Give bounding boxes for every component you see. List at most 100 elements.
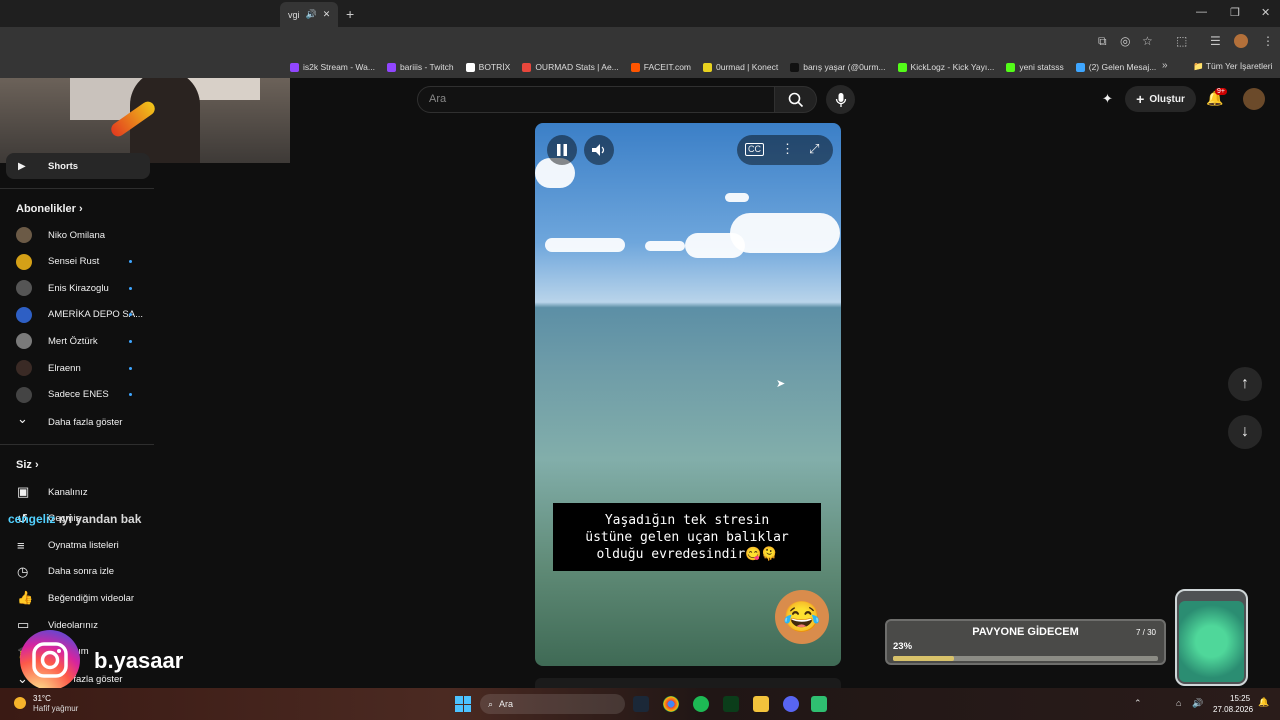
sidebar-item-label: Oynatma listeleri	[48, 539, 119, 551]
create-button[interactable]: + Oluştur	[1125, 86, 1196, 112]
captions-icon[interactable]: CC	[745, 143, 764, 156]
menu-icon[interactable]: ⋮	[1262, 34, 1274, 48]
instagram-handle: b.yasaar	[94, 648, 184, 673]
bookmark-item[interactable]: bariiis - Twitch	[386, 62, 454, 72]
channel-avatar	[16, 333, 32, 350]
subscription-name: Niko Omilana	[48, 229, 106, 241]
shorts-icon: ▶	[18, 160, 26, 172]
search-button[interactable]	[775, 86, 817, 113]
network-icon[interactable]: ⌂	[1176, 698, 1181, 708]
cast-icon[interactable]: ✦	[1102, 91, 1113, 107]
bookmark-item[interactable]: OURMAD Stats | Ae...	[522, 62, 619, 72]
tracking-icon[interactable]: ◎	[1120, 34, 1130, 48]
bookmark-item[interactable]: 0urmad | Konect	[703, 62, 778, 72]
plus-icon: +	[1136, 91, 1145, 107]
taskbar-search[interactable]: ⌕ Ara	[480, 694, 625, 714]
weather-icon[interactable]	[14, 697, 26, 709]
tray-overflow-icon[interactable]: ⌃	[1134, 698, 1142, 709]
taskbar-search-label: Ara	[499, 699, 514, 709]
tab-audio-icon[interactable]: 🔊	[306, 9, 317, 20]
extensions-icon[interactable]: ⬚	[1176, 34, 1187, 48]
sidebar-subscription[interactable]: Sadece ENES	[0, 382, 154, 408]
bookmark-label: FACEIT.com	[643, 62, 691, 72]
voice-search-button[interactable]	[826, 85, 855, 114]
more-options-icon[interactable]: ⋮	[781, 141, 794, 157]
clock-time[interactable]: 15:25	[1230, 694, 1250, 703]
volume-tray-icon[interactable]: 🔊	[1192, 698, 1203, 709]
show-more-subscriptions[interactable]: ⌄ Daha fazla göster	[0, 409, 154, 435]
search-input[interactable]: Ara	[417, 86, 775, 113]
sidebar-subscription[interactable]: Elraenn	[0, 355, 154, 381]
tip-jar-widget	[1175, 589, 1248, 686]
sidebar-subscription[interactable]: Niko Omilana	[0, 222, 154, 248]
sidebar-subscription[interactable]: AMERİKA DEPO SA...	[0, 302, 154, 328]
sidebar-item-playlist[interactable]: ≡ Oynatma listeleri	[0, 532, 154, 558]
volume-button[interactable]	[584, 135, 614, 165]
new-content-dot	[129, 260, 132, 264]
app-icon[interactable]	[723, 696, 739, 712]
bookmark-item[interactable]: FACEIT.com	[630, 62, 691, 72]
bookmark-item[interactable]: is2k Stream - Wa...	[290, 62, 375, 72]
sidebar-item-person-box[interactable]: ▣ Kanalınız	[0, 479, 154, 505]
next-short-button[interactable]: ↓	[1228, 415, 1262, 449]
close-window-button[interactable]: ✕	[1261, 6, 1270, 19]
subscriptions-heading[interactable]: Abonelikler ›	[16, 203, 83, 215]
cloud	[725, 193, 749, 202]
tab-close-icon[interactable]: ✕	[323, 9, 331, 20]
chat-message-overlay: cengeliz ıyi yandan bak	[8, 512, 141, 526]
you-heading[interactable]: Siz ›	[16, 459, 39, 471]
steam-icon[interactable]	[633, 696, 649, 712]
chat-message: ıyi yandan bak	[58, 512, 142, 526]
sidebar-item-clock[interactable]: ◷ Daha sonra izle	[0, 559, 154, 585]
bookmark-item[interactable]: (2) Gelen Mesaj...	[1075, 62, 1156, 72]
minimize-button[interactable]: —	[1196, 6, 1207, 18]
weather-description[interactable]: Hafif yağmur	[33, 704, 78, 713]
browser-tab[interactable]: vgi 🔊 ✕	[280, 2, 338, 27]
short-video-player[interactable]	[535, 123, 841, 666]
previous-short-button[interactable]: ↑	[1228, 367, 1262, 401]
you-heading-label: Siz	[16, 459, 32, 471]
bookmark-label: is2k Stream - Wa...	[303, 62, 375, 72]
bookmark-label: bariiis - Twitch	[399, 62, 454, 72]
maximize-button[interactable]: ❐	[1230, 6, 1240, 19]
bookmark-label: yeni statsss	[1019, 62, 1064, 72]
spotify-icon[interactable]	[693, 696, 709, 712]
bookmarks-overflow-icon[interactable]: »	[1162, 60, 1168, 71]
file-explorer-icon[interactable]	[753, 696, 769, 712]
account-avatar[interactable]	[1243, 88, 1265, 110]
new-tab-button[interactable]: +	[346, 6, 354, 22]
sidebar-item-video[interactable]: ▭ Videolarınız	[0, 612, 154, 638]
windows-start-icon[interactable]	[455, 696, 471, 712]
bookmark-item[interactable]: barış yaşar (@0urm...	[790, 62, 886, 72]
bookmark-favicon-icon	[465, 62, 475, 72]
weather-temperature[interactable]: 31°C	[33, 694, 51, 703]
sidebar-subscription[interactable]: Enis Kirazoglu	[0, 275, 154, 301]
channel-avatar	[16, 227, 32, 243]
fullscreen-icon[interactable]: ⤢	[809, 141, 819, 157]
sidebar-item-thumbs-up[interactable]: 👍 Beğendiğim videolar	[0, 585, 154, 611]
laughing-face-sticker: 😂	[775, 590, 829, 644]
tab-search-icon[interactable]: ☰	[1210, 34, 1221, 48]
mouse-cursor-icon: ➤	[776, 378, 786, 390]
notification-center-icon[interactable]: 🔔	[1258, 697, 1269, 708]
channel-avatar	[16, 280, 32, 297]
install-app-icon[interactable]: ⧉	[1098, 34, 1107, 49]
microphone-icon	[835, 92, 846, 107]
chrome-icon[interactable]	[663, 696, 679, 712]
browser-tab-bar	[0, 0, 1280, 27]
clock-date[interactable]: 27.08.2026	[1213, 705, 1253, 714]
sidebar-subscription[interactable]: Mert Öztürk	[0, 328, 154, 354]
bookmark-item[interactable]: KickLogz - Kick Yayı...	[897, 62, 994, 72]
bookmark-star-icon[interactable]: ☆	[1142, 34, 1153, 48]
all-bookmarks[interactable]: 📁 Tüm Yer İşaretleri	[1193, 61, 1272, 72]
app-icon-2[interactable]	[811, 696, 827, 712]
discord-icon[interactable]	[783, 696, 799, 712]
sidebar-item-shorts[interactable]: ▶ Shorts	[6, 153, 150, 179]
subscription-name: Mert Öztürk	[48, 335, 98, 347]
bookmark-item[interactable]: yeni statsss	[1006, 62, 1064, 72]
sidebar-subscription[interactable]: Sensei Rust	[0, 249, 154, 275]
pause-button[interactable]	[547, 135, 577, 165]
profile-avatar[interactable]	[1234, 34, 1248, 48]
bookmark-item[interactable]: BOTRİX	[465, 62, 510, 72]
subscription-name: Enis Kirazoglu	[48, 282, 109, 294]
